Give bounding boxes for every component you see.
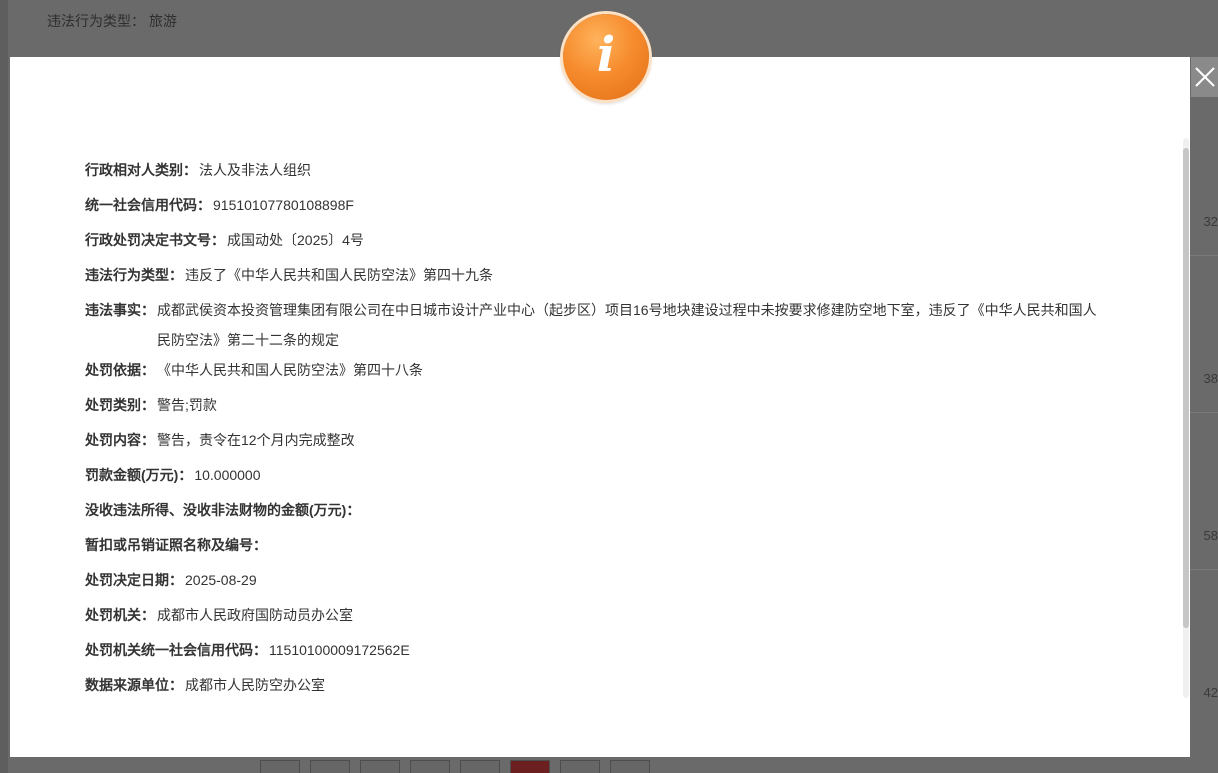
field-row: 数据来源单位： 成都市人民防空办公室 bbox=[85, 673, 1105, 708]
pagination-button bbox=[610, 760, 650, 773]
field-label: 处罚机关： bbox=[85, 607, 155, 623]
pagination-button bbox=[260, 760, 300, 773]
field-value: 成都市人民防空办公室 bbox=[185, 677, 325, 693]
background-divider bbox=[1190, 412, 1218, 413]
field-value: 警告，责令在12个月内完成整改 bbox=[157, 432, 355, 448]
field-row: 违法事实： 成都武侯资本投资管理集团有限公司在中日城市设计产业中心（起步区）项目… bbox=[85, 298, 1105, 358]
field-value: 违反了《中华人民共和国人民防空法》第四十九条 bbox=[185, 267, 493, 283]
field-row: 处罚类别： 警告;罚款 bbox=[85, 393, 1105, 428]
background-row-number: 42 bbox=[1203, 685, 1218, 700]
field-row: 处罚机关： 成都市人民政府国防动员办公室 bbox=[85, 603, 1105, 638]
detail-content: 行政相对人类别： 法人及非法人组织 统一社会信用代码： 915101077801… bbox=[85, 158, 1105, 708]
field-label: 行政相对人类别： bbox=[85, 162, 197, 178]
modal-scrollbar[interactable] bbox=[1183, 138, 1189, 698]
field-label: 行政处罚决定书文号： bbox=[85, 232, 225, 248]
field-row: 处罚内容： 警告，责令在12个月内完成整改 bbox=[85, 428, 1105, 463]
field-value: 成都武侯资本投资管理集团有限公司在中日城市设计产业中心（起步区）项目16号地块建… bbox=[157, 302, 1097, 348]
field-row: 罚款金额(万元)： 10.000000 bbox=[85, 463, 1105, 498]
field-label: 违法行为类型： bbox=[85, 267, 183, 283]
close-button[interactable] bbox=[1191, 57, 1218, 97]
field-value: 《中华人民共和国人民防空法》第四十八条 bbox=[157, 362, 423, 378]
field-label: 处罚内容： bbox=[85, 432, 155, 448]
pagination-button bbox=[410, 760, 450, 773]
background-pagination bbox=[260, 760, 650, 773]
pagination-button-active bbox=[510, 760, 550, 773]
pagination-button bbox=[460, 760, 500, 773]
field-label: 处罚决定日期： bbox=[85, 572, 183, 588]
field-row: 处罚依据： 《中华人民共和国人民防空法》第四十八条 bbox=[85, 358, 1105, 393]
field-row: 暂扣或吊销证照名称及编号： bbox=[85, 533, 1105, 568]
field-row: 没收违法所得、没收非法财物的金额(万元)： bbox=[85, 498, 1105, 533]
field-value: 成都市人民政府国防动员办公室 bbox=[157, 607, 353, 623]
field-value: 2025-08-29 bbox=[185, 572, 257, 588]
background-row-number: 32 bbox=[1203, 214, 1218, 229]
field-label: 没收违法所得、没收非法财物的金额(万元)： bbox=[85, 502, 361, 518]
scrollbar-thumb[interactable] bbox=[1183, 148, 1189, 628]
field-label: 暂扣或吊销证照名称及编号： bbox=[85, 537, 267, 553]
background-row-number: 58 bbox=[1203, 528, 1218, 543]
field-value: 10.000000 bbox=[194, 467, 261, 483]
field-label: 处罚类别： bbox=[85, 397, 155, 413]
background-violation-type: 违法行为类型： 旅游 bbox=[47, 13, 177, 29]
field-row: 处罚决定日期： 2025-08-29 bbox=[85, 568, 1105, 603]
field-value: 11510100009172562E bbox=[269, 642, 410, 658]
field-row: 违法行为类型： 违反了《中华人民共和国人民防空法》第四十九条 bbox=[85, 263, 1105, 298]
field-row: 行政相对人类别： 法人及非法人组织 bbox=[85, 158, 1105, 193]
field-label: 统一社会信用代码： bbox=[85, 197, 211, 213]
field-row: 统一社会信用代码： 91510107780108898F bbox=[85, 193, 1105, 228]
background-divider bbox=[1190, 255, 1218, 256]
field-label: 违法事实： bbox=[85, 302, 155, 318]
close-icon bbox=[1194, 67, 1215, 87]
pagination-button bbox=[560, 760, 600, 773]
field-value: 91510107780108898F bbox=[213, 197, 354, 213]
field-value: 成国动处〔2025〕4号 bbox=[227, 232, 364, 248]
field-row: 处罚机关统一社会信用代码： 11510100009172562E bbox=[85, 638, 1105, 673]
info-icon: i bbox=[563, 14, 649, 100]
field-value: 法人及非法人组织 bbox=[199, 162, 311, 178]
field-value: 警告;罚款 bbox=[157, 397, 217, 413]
field-label: 处罚依据： bbox=[85, 362, 155, 378]
pagination-button bbox=[360, 760, 400, 773]
field-label: 处罚机关统一社会信用代码： bbox=[85, 642, 267, 658]
background-row-number: 38 bbox=[1203, 371, 1218, 386]
field-row: 行政处罚决定书文号： 成国动处〔2025〕4号 bbox=[85, 228, 1105, 263]
field-label: 罚款金额(万元)： bbox=[85, 467, 193, 483]
pagination-button bbox=[310, 760, 350, 773]
background-divider bbox=[1190, 569, 1218, 570]
field-label: 数据来源单位： bbox=[85, 677, 183, 693]
